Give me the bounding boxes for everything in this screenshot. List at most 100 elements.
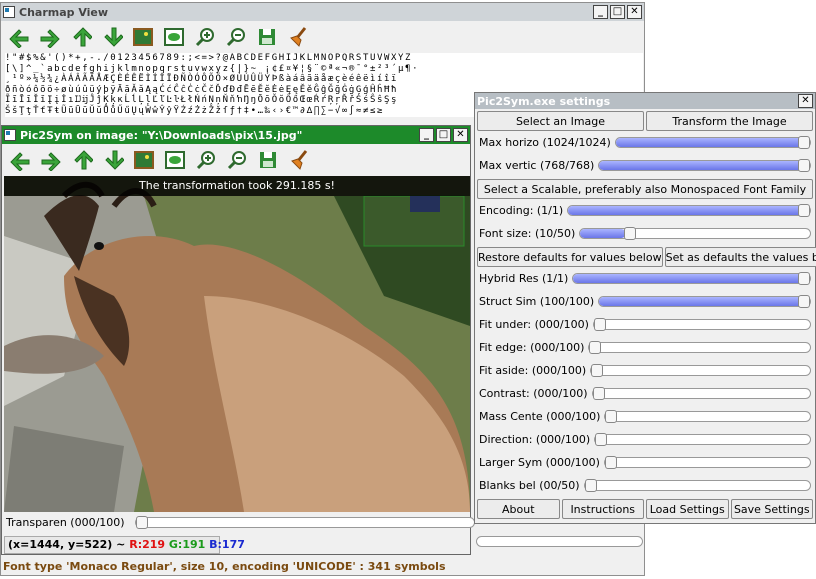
slider-fill xyxy=(573,274,810,283)
charmap-row[interactable]: !"#$%&'()*+,-./0123456789:;<=>?@ABCDEFGH… xyxy=(5,53,643,64)
result-image[interactable]: The transformation took 291.185 s! xyxy=(4,176,470,512)
slider-row: Max vertic (768/768) xyxy=(475,154,815,177)
chamois-picture xyxy=(4,176,470,512)
slider-track[interactable] xyxy=(594,433,811,446)
zoom-in-icon[interactable] xyxy=(193,25,217,49)
settings-titlebar[interactable]: Pic2Sym.exe settings ✕ xyxy=(475,93,815,109)
slider-fill xyxy=(599,161,810,170)
transformation-time: The transformation took 291.185 s! xyxy=(4,176,470,196)
slider-fill xyxy=(568,206,810,215)
zoom-out-icon[interactable] xyxy=(224,25,248,49)
load-settings-button[interactable]: Load Settings xyxy=(646,499,729,519)
transparency-slider[interactable] xyxy=(134,516,475,529)
slider-label: Font size: (10/50) xyxy=(479,227,576,240)
charmap-titlebar[interactable]: Charmap View _ □ ✕ xyxy=(1,3,644,21)
pixel-info: (x=1444, y=522) ~ R:219 G:191 B:177 xyxy=(4,536,245,554)
save-settings-button[interactable]: Save Settings xyxy=(730,499,813,519)
about-button[interactable]: About xyxy=(477,499,560,519)
restore-defaults-button[interactable]: Restore defaults for values below xyxy=(477,247,663,267)
set-defaults-button[interactable]: Set as defaults the values below xyxy=(664,247,816,267)
slider-row: Direction: (000/100) xyxy=(475,428,815,451)
image-icon[interactable] xyxy=(131,25,155,49)
charmap-row[interactable]: [\]^_`abcdefghijklmnopqrstuvwxyz{|}~ ¡¢£… xyxy=(5,64,643,75)
blue-value: B:177 xyxy=(209,538,245,551)
slider-thumb[interactable] xyxy=(584,479,597,492)
slider-track[interactable] xyxy=(583,479,811,492)
slider-label: Encoding: (1/1) xyxy=(479,204,564,217)
arrow-down-icon[interactable] xyxy=(101,148,125,172)
slider-thumb[interactable] xyxy=(591,364,604,377)
slider-row: Fit edge: (000/100) xyxy=(475,336,815,359)
slider-track[interactable] xyxy=(591,387,811,400)
slider-thumb[interactable] xyxy=(798,204,810,217)
slider-label: Larger Sym (000/100) xyxy=(479,456,600,469)
slider-label: Hybrid Res (1/1) xyxy=(479,272,569,285)
image-titlebar[interactable]: Pic2Sym on image: "Y:\Downloads\pix\15.j… xyxy=(2,126,470,144)
slider-track[interactable] xyxy=(603,456,811,469)
image-title: Pic2Sym on image: "Y:\Downloads\pix\15.j… xyxy=(20,128,303,142)
slider-track[interactable] xyxy=(579,227,811,240)
slider-label: Fit aside: (000/100) xyxy=(479,364,587,377)
slider-label: Direction: (000/100) xyxy=(479,433,591,446)
arrow-right-icon[interactable] xyxy=(39,148,63,172)
settings-title: Pic2Sym.exe settings xyxy=(477,94,611,108)
charmap-toolbar xyxy=(1,21,644,53)
broom-icon[interactable] xyxy=(287,148,311,172)
transform-image-button[interactable]: Transform the Image xyxy=(646,111,813,131)
slider-track[interactable] xyxy=(588,341,811,354)
arrow-left-icon[interactable] xyxy=(8,148,32,172)
close-button[interactable]: ✕ xyxy=(627,5,642,19)
slider-track[interactable] xyxy=(592,318,811,331)
instructions-button[interactable]: Instructions xyxy=(561,499,644,519)
slider-row: Struct Sim (100/100) xyxy=(475,290,815,313)
slider-thumb[interactable] xyxy=(604,456,617,469)
slider-thumb[interactable] xyxy=(798,295,810,308)
app-icon xyxy=(3,6,15,18)
slider-thumb[interactable] xyxy=(605,410,618,423)
slider-thumb[interactable] xyxy=(623,227,636,240)
close-button[interactable]: ✕ xyxy=(798,94,813,108)
zoom-out-icon[interactable] xyxy=(225,148,249,172)
slider-row: Contrast: (000/100) xyxy=(475,382,815,405)
arrow-right-icon[interactable] xyxy=(38,25,62,49)
slider-track[interactable] xyxy=(598,159,811,172)
arrow-left-icon[interactable] xyxy=(7,25,31,49)
eye-icon[interactable] xyxy=(162,25,186,49)
slider-thumb[interactable] xyxy=(592,387,605,400)
maximize-button[interactable]: □ xyxy=(436,128,451,142)
slider-thumb[interactable] xyxy=(798,159,810,172)
arrow-up-icon[interactable] xyxy=(70,148,94,172)
eye-icon[interactable] xyxy=(163,148,187,172)
select-image-button[interactable]: Select an Image xyxy=(477,111,644,131)
slider-thumb[interactable] xyxy=(593,318,606,331)
slider-thumb[interactable] xyxy=(798,136,810,149)
slider-track[interactable] xyxy=(590,364,811,377)
arrow-up-icon[interactable] xyxy=(69,25,93,49)
slider-track[interactable] xyxy=(604,410,811,423)
slider-track[interactable] xyxy=(614,136,811,149)
save-icon[interactable] xyxy=(256,148,280,172)
minimize-button[interactable]: _ xyxy=(593,5,608,19)
slider-thumb[interactable] xyxy=(595,433,608,446)
image-icon[interactable] xyxy=(132,148,156,172)
hidden-slider[interactable] xyxy=(476,536,643,547)
slider-thumb[interactable] xyxy=(798,272,810,285)
slider-row: Larger Sym (000/100) xyxy=(475,451,815,474)
slider-row: Max horizo (1024/1024) xyxy=(475,131,815,154)
maximize-button[interactable]: □ xyxy=(610,5,625,19)
slider-track[interactable] xyxy=(567,204,811,217)
slider-thumb[interactable] xyxy=(589,341,602,354)
broom-icon[interactable] xyxy=(286,25,310,49)
transparency-slider-thumb[interactable] xyxy=(135,516,148,529)
zoom-in-icon[interactable] xyxy=(194,148,218,172)
arrow-down-icon[interactable] xyxy=(100,25,124,49)
select-font-button[interactable]: Select a Scalable, preferably also Monos… xyxy=(477,179,813,199)
charmap-row[interactable]: ¸¹º»¼½¾¿ÀÁÂÃÄÅÆÇÈÉÊËÌÍÎÏÐÑÒÓÔÕÖ×ØÙÚÛÜÝÞß… xyxy=(5,74,643,85)
save-icon[interactable] xyxy=(255,25,279,49)
slider-track[interactable] xyxy=(572,272,811,285)
green-value: G:191 xyxy=(168,538,206,551)
slider-track[interactable] xyxy=(598,295,811,308)
minimize-button[interactable]: _ xyxy=(419,128,434,142)
close-button[interactable]: ✕ xyxy=(453,128,468,142)
app-icon xyxy=(4,129,16,141)
